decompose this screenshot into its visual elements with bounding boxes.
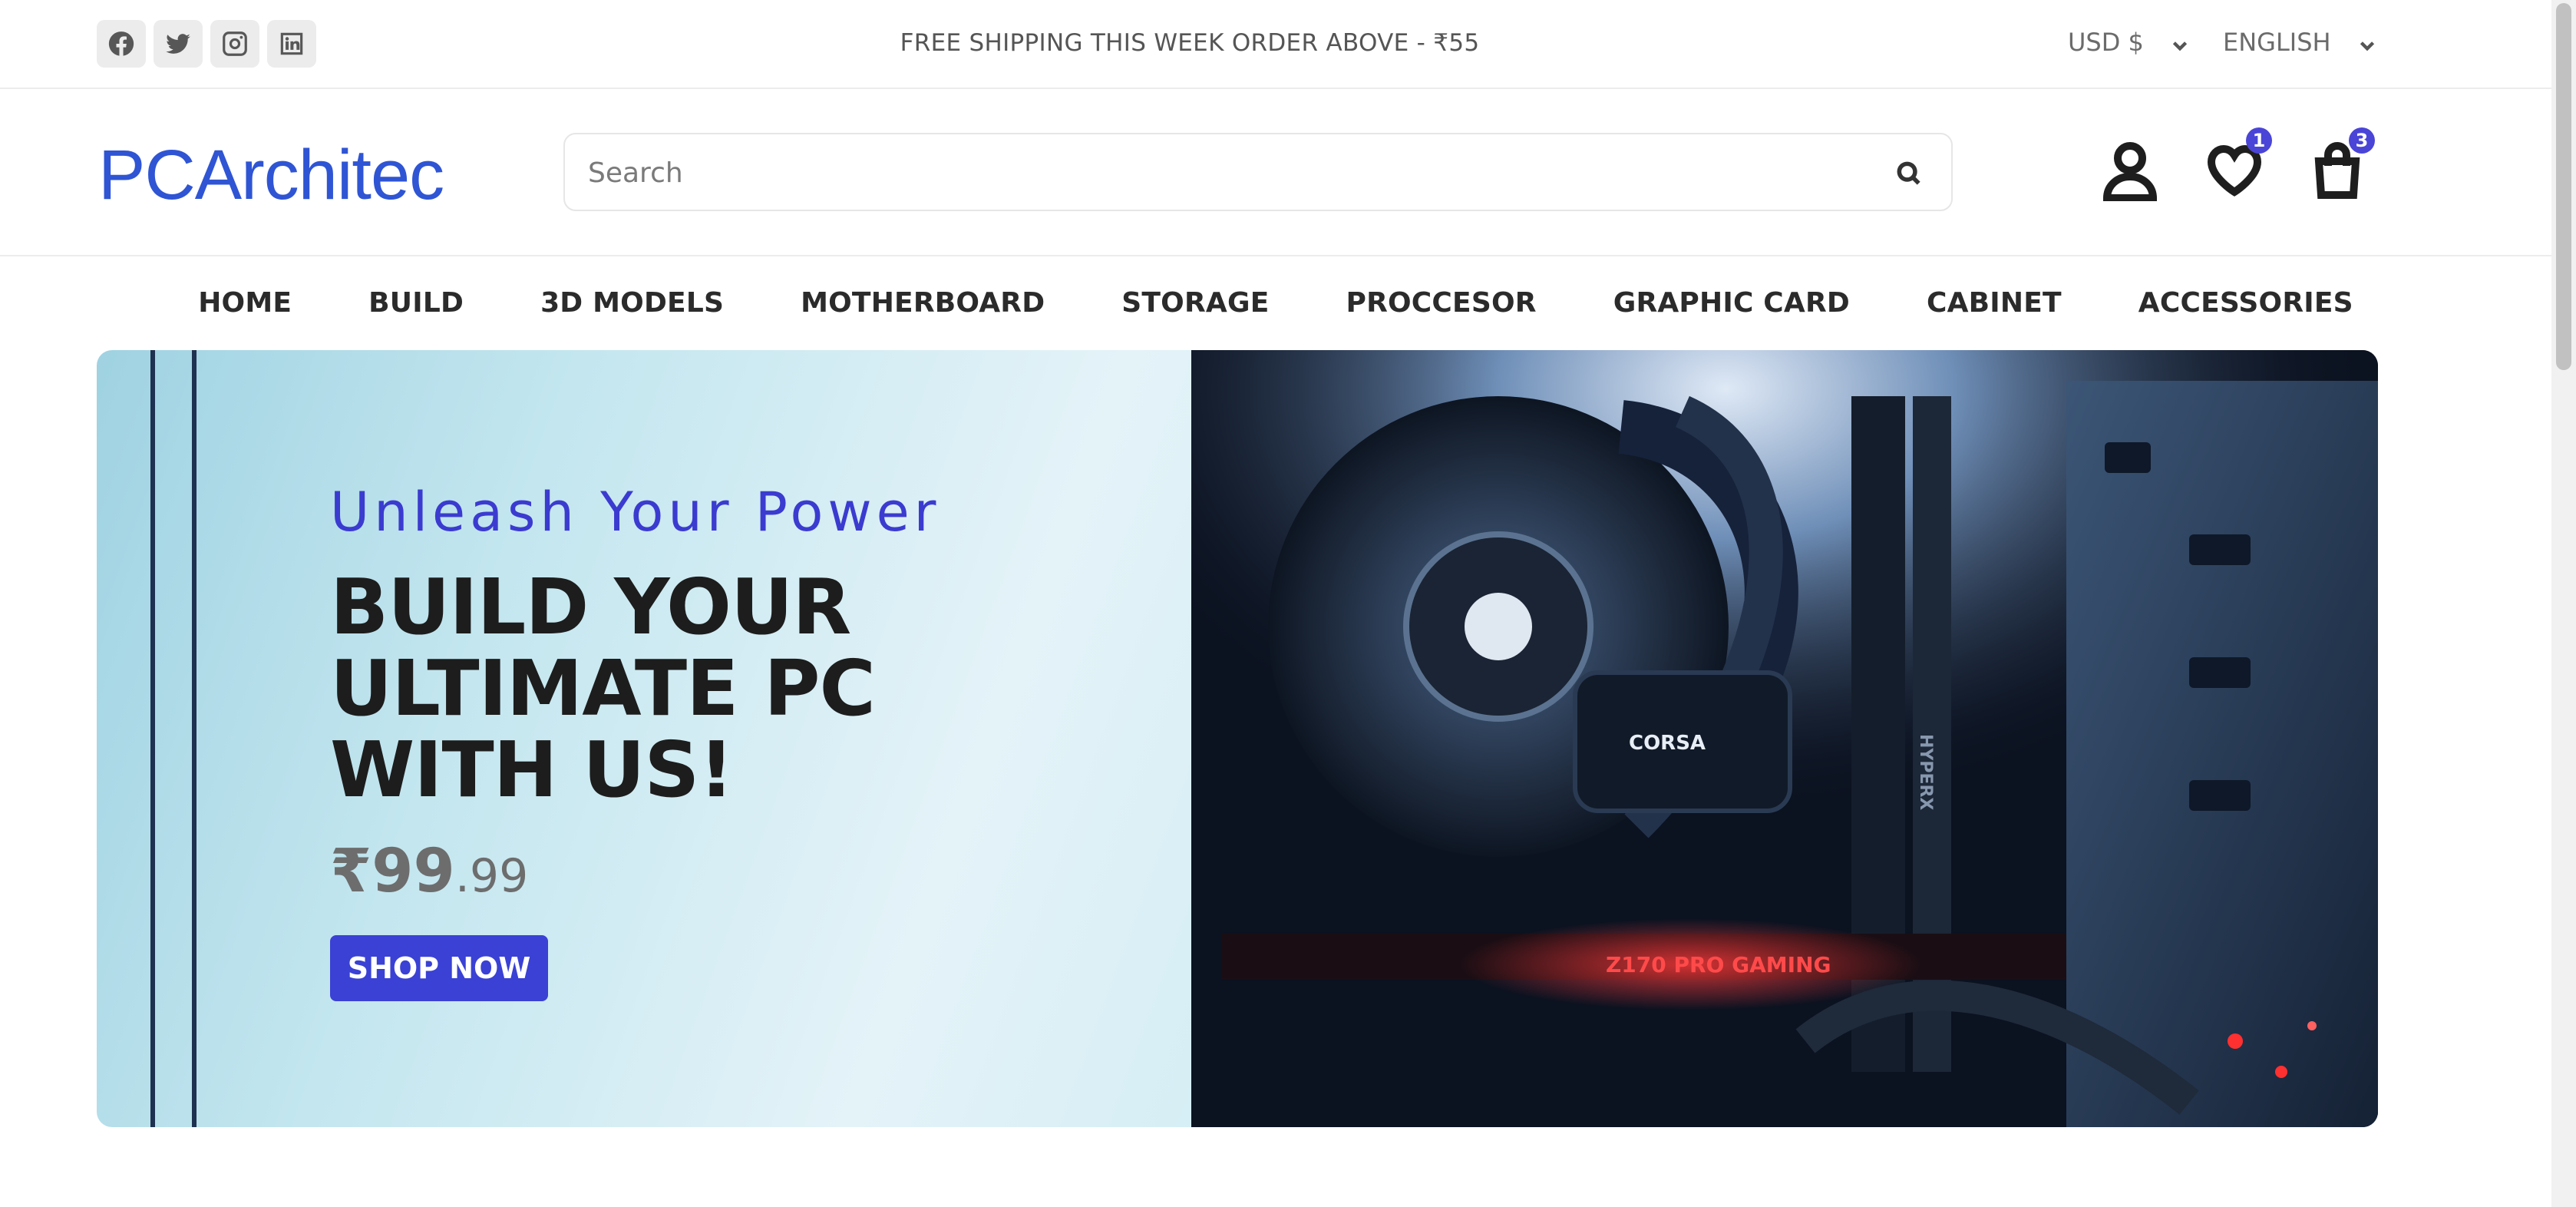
hero-headline: BUILD YOUR ULTIMATE PC WITH US! [330,562,876,815]
language-selector[interactable]: ENGLISH [2223,28,2377,57]
search-input[interactable] [588,151,1854,194]
wishlist-button[interactable]: 1 [2206,127,2272,201]
chevron-down-icon [2170,32,2190,52]
nav-item-proccesor[interactable]: PROCCESOR [1346,256,1537,352]
decorative-stripe [150,350,155,1127]
nav-item-accessories[interactable]: ACCESSORIES [2138,256,2353,352]
wishlist-count-badge: 1 [2246,127,2272,154]
currency-selector[interactable]: USD $ [2068,28,2190,57]
account-button[interactable] [2102,140,2158,202]
nav-item-home[interactable]: HOME [198,256,292,352]
hero-banner: Unleash Your Power BUILD YOUR ULTIMATE P… [97,350,2378,1127]
page-scrollbar[interactable] [2551,0,2576,1207]
nav-item-motherboard[interactable]: MOTHERBOARD [801,256,1045,352]
hyperx-label: HYPERX [1916,734,1935,810]
language-label: ENGLISH [2223,28,2331,57]
site-logo[interactable]: PCArchitec [98,135,444,216]
price-cents: .99 [454,849,529,903]
nav-item-storage[interactable]: STORAGE [1121,256,1269,352]
user-icon [2102,142,2158,202]
chevron-down-icon [2357,32,2377,52]
hero-tagline: Unleash Your Power [330,481,941,544]
search-bar [563,133,1953,211]
price-main: ₹99 [330,837,455,906]
nav-item-3d-models[interactable]: 3D MODELS [540,256,724,352]
currency-label: USD $ [2068,28,2144,57]
nav-item-cabinet[interactable]: CABINET [1927,256,2062,352]
decorative-stripe [192,350,197,1127]
corsair-label: CORSA [1629,732,1706,755]
motherboard-label: Z170 PRO GAMING [1606,952,1831,977]
hero-price: ₹99.99 [330,837,528,906]
search-icon[interactable] [1894,159,1924,188]
main-nav: HOME BUILD 3D MODELS MOTHERBOARD STORAGE… [0,256,2551,352]
top-bar: FREE SHIPPING THIS WEEK ORDER ABOVE - ₹5… [0,0,2551,89]
cart-count-badge: 3 [2349,127,2375,154]
hero-image: CORSA HYPERX Z170 PRO GAMING [1191,350,2378,1127]
cart-button[interactable]: 3 [2309,127,2375,201]
shipping-text: FREE SHIPPING THIS WEEK ORDER ABOVE - ₹5… [900,29,1480,57]
shipping-announcement: FREE SHIPPING THIS WEEK ORDER ABOVE - ₹5… [0,29,2379,57]
nav-item-build[interactable]: BUILD [368,256,464,352]
pc-internals-image: CORSA HYPERX Z170 PRO GAMING [1191,350,2378,1127]
scrollbar-thumb[interactable] [2556,3,2571,370]
shop-now-button[interactable]: SHOP NOW [330,935,548,1001]
nav-item-graphic-card[interactable]: GRAPHIC CARD [1613,256,1850,352]
hero-text-panel: Unleash Your Power BUILD YOUR ULTIMATE P… [97,350,1191,1127]
main-header: PCArchitec 1 3 [0,89,2551,256]
